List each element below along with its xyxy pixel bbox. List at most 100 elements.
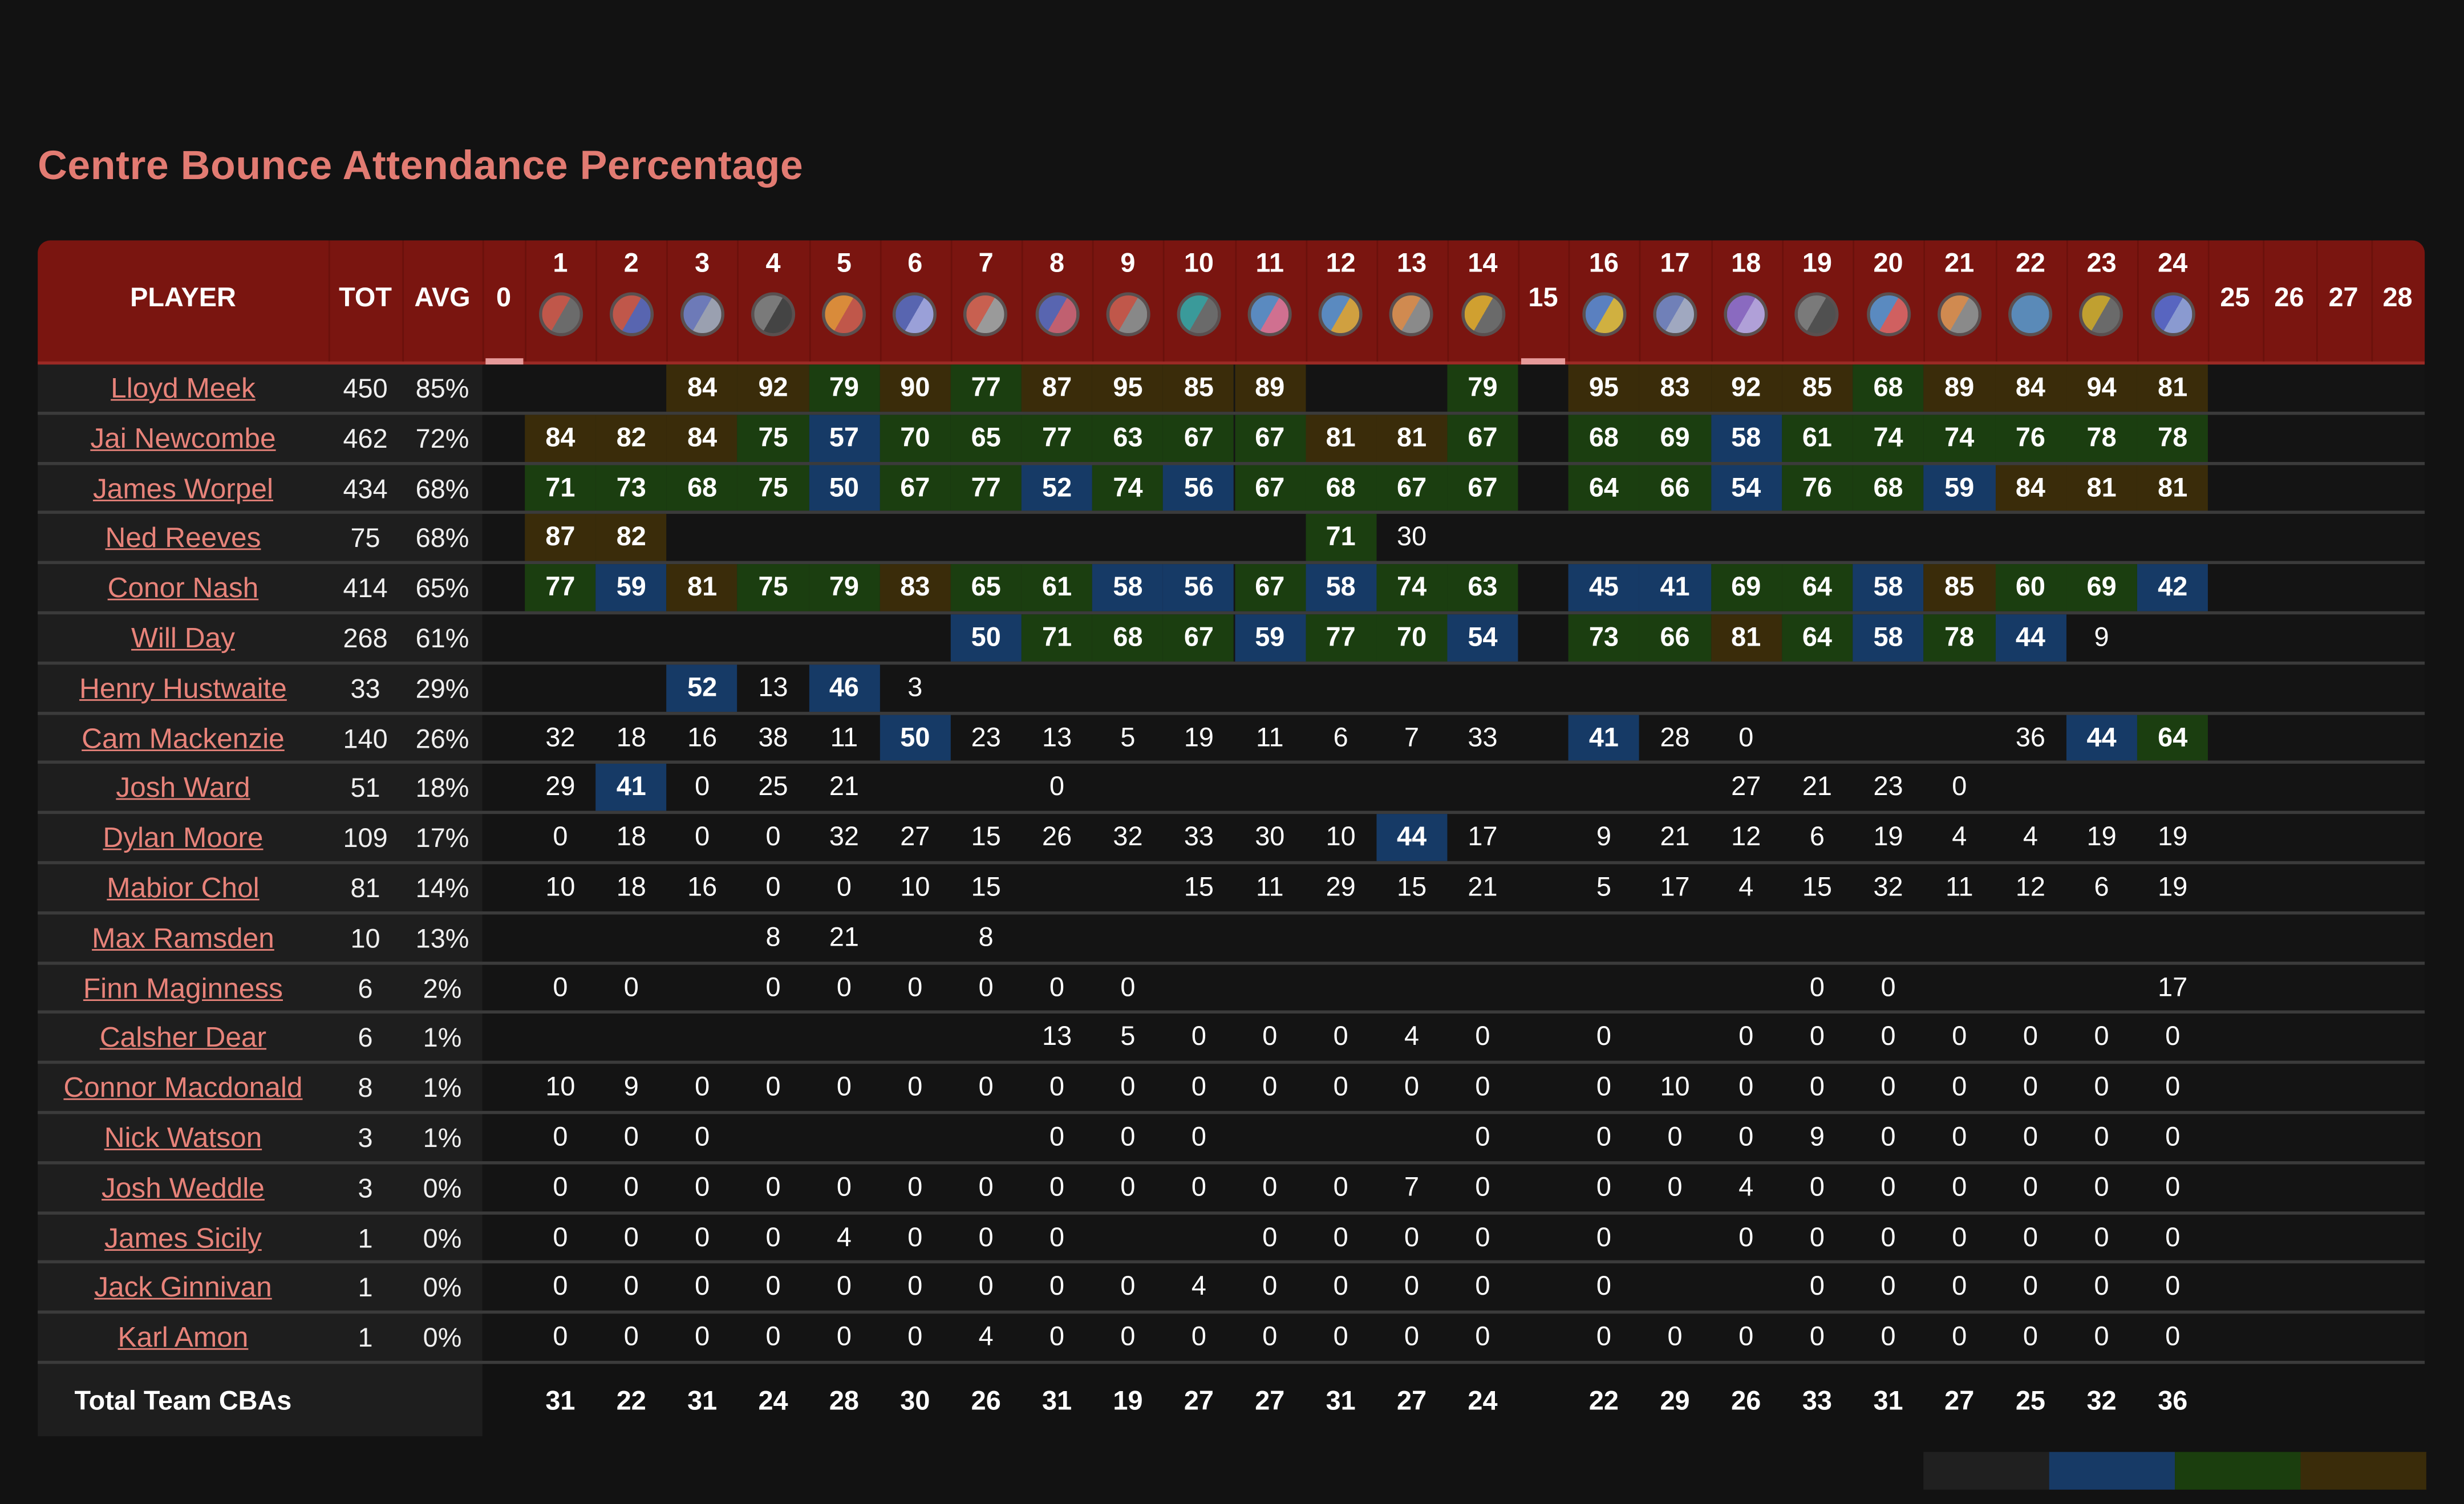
player-link[interactable]: Lloyd Meek: [38, 372, 329, 406]
cba-cell: 0: [1333, 1072, 1348, 1102]
round-header-23[interactable]: 23: [2066, 248, 2137, 279]
cba-cell: 0: [623, 972, 639, 1002]
cba-cell: 0: [2094, 1271, 2109, 1302]
player-avg: 65%: [415, 574, 469, 604]
round-header-8[interactable]: 8: [1022, 248, 1092, 279]
round-header-16[interactable]: 16: [1569, 248, 1640, 279]
cba-cell: 7: [1404, 1171, 1420, 1202]
total-cell: 30: [900, 1385, 930, 1416]
cba-cell: 16: [687, 722, 718, 752]
cba-cell: 0: [1049, 972, 1065, 1002]
cba-table-page: Centre Bounce Attendance Percentage PLAY…: [0, 0, 2464, 1504]
player-avg: 13%: [415, 923, 469, 954]
round-header-0[interactable]: 0: [483, 283, 525, 314]
cba-cell: 0: [836, 872, 852, 902]
player-link[interactable]: Will Day: [38, 622, 329, 655]
cba-cell: 79: [1447, 364, 1518, 412]
player-link[interactable]: Jack Ginnivan: [38, 1272, 329, 1305]
player-link[interactable]: Karl Amon: [38, 1322, 329, 1355]
cba-cell: 0: [553, 972, 568, 1002]
cba-cell: 0: [978, 1171, 994, 1202]
round-header-12[interactable]: 12: [1305, 248, 1376, 279]
cba-cell: 78: [2066, 414, 2137, 461]
round-header-3[interactable]: 3: [667, 248, 737, 279]
cba-cell: 23: [971, 722, 1001, 752]
cba-cell: 81: [666, 564, 738, 611]
round-header-21[interactable]: 21: [1924, 248, 1995, 279]
player-link[interactable]: Cam Mackenzie: [38, 722, 329, 755]
player-link[interactable]: Dylan Moore: [38, 822, 329, 855]
cba-cell: 17: [1660, 872, 1690, 902]
round-header-28[interactable]: 28: [2370, 283, 2425, 314]
round-header-15[interactable]: 15: [1518, 283, 1568, 314]
cba-cell: 0: [1191, 1072, 1206, 1102]
player-tot: 3: [358, 1123, 373, 1154]
cba-cell: 78: [2137, 414, 2208, 461]
player-link[interactable]: Max Ramsden: [38, 922, 329, 955]
round-header-17[interactable]: 17: [1639, 248, 1711, 279]
round-header-14[interactable]: 14: [1447, 248, 1518, 279]
cba-cell: 59: [1923, 464, 1995, 512]
cba-cell: 0: [1881, 1321, 1896, 1352]
team-logo-icon: [609, 292, 654, 337]
cba-cell: 0: [765, 1321, 781, 1352]
player-link[interactable]: Josh Weddle: [38, 1172, 329, 1205]
cba-cell: 0: [1475, 1271, 1490, 1302]
round-header-27[interactable]: 27: [2316, 283, 2370, 314]
player-link[interactable]: Mabior Chol: [38, 872, 329, 905]
player-link[interactable]: Nick Watson: [38, 1122, 329, 1155]
cba-cell: 0: [1191, 1021, 1206, 1052]
round-header-24[interactable]: 24: [2137, 248, 2208, 279]
round-header-5[interactable]: 5: [809, 248, 880, 279]
total-cell: 25: [2015, 1385, 2045, 1416]
cba-cell: 65: [950, 414, 1022, 461]
cba-cell: 21: [829, 922, 860, 952]
round-header-7[interactable]: 7: [951, 248, 1022, 279]
total-cell: 31: [1326, 1385, 1356, 1416]
round-header-20[interactable]: 20: [1853, 248, 1924, 279]
player-link[interactable]: Henry Hustwaite: [38, 672, 329, 706]
cba-cell: 67: [1447, 414, 1518, 461]
total-cell: 31: [1042, 1385, 1072, 1416]
cba-cell: 0: [2023, 1021, 2038, 1052]
player-link[interactable]: Josh Ward: [38, 772, 329, 805]
cba-cell: 0: [1738, 1122, 1754, 1152]
player-link[interactable]: Ned Reeves: [38, 522, 329, 556]
cba-cell: 6: [2094, 872, 2109, 902]
round-header-19[interactable]: 19: [1782, 248, 1853, 279]
round-header-1[interactable]: 1: [525, 248, 595, 279]
round-header-26[interactable]: 26: [2262, 283, 2316, 314]
cba-cell: 25: [758, 772, 788, 802]
cba-cell: 0: [2094, 1222, 2109, 1252]
cba-cell: 0: [1475, 1021, 1490, 1052]
cba-cell: 16: [687, 872, 718, 902]
cba-cell: 58: [1853, 564, 1924, 611]
player-link[interactable]: Finn Maginness: [38, 972, 329, 1005]
player-link[interactable]: Conor Nash: [38, 572, 329, 605]
cba-cell: 0: [1120, 1122, 1136, 1152]
round-header-10[interactable]: 10: [1164, 248, 1234, 279]
round-header-9[interactable]: 9: [1092, 248, 1163, 279]
round-header-2[interactable]: 2: [596, 248, 667, 279]
player-link[interactable]: James Sicily: [38, 1222, 329, 1255]
round-header-4[interactable]: 4: [737, 248, 808, 279]
round-header-18[interactable]: 18: [1711, 248, 1782, 279]
round-header-6[interactable]: 6: [880, 248, 950, 279]
player-link[interactable]: James Worpel: [38, 472, 329, 505]
header-divider: [328, 240, 330, 362]
player-link[interactable]: Connor Macdonald: [38, 1072, 329, 1105]
header-tot[interactable]: TOT: [329, 283, 402, 314]
player-link[interactable]: Calsher Dear: [38, 1022, 329, 1055]
round-header-22[interactable]: 22: [1995, 248, 2066, 279]
player-link[interactable]: Jai Newcombe: [38, 423, 329, 456]
cba-cell: 79: [808, 564, 880, 611]
round-header-25[interactable]: 25: [2208, 283, 2262, 314]
round-header-13[interactable]: 13: [1376, 248, 1447, 279]
cba-cell: 0: [1049, 1271, 1065, 1302]
cba-cell: 0: [1262, 1171, 1278, 1202]
cba-cell: 0: [2094, 1021, 2109, 1052]
round-header-11[interactable]: 11: [1234, 248, 1305, 279]
cba-cell: 44: [2066, 714, 2137, 761]
header-avg[interactable]: AVG: [402, 283, 483, 314]
player-tot: 3: [358, 1173, 373, 1203]
